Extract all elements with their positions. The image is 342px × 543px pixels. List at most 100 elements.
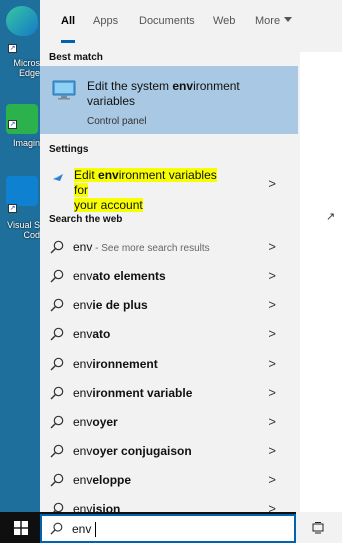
best-match-title: Edit the system environment variables bbox=[87, 79, 287, 109]
search-results-panel: All Apps Documents Web More Best match E… bbox=[40, 0, 300, 512]
section-heading-settings: Settings bbox=[49, 144, 89, 155]
suggestion-query: env bbox=[73, 473, 93, 487]
desktop-icon-label: Visual S bbox=[7, 220, 40, 230]
qq-image-icon bbox=[6, 104, 38, 134]
open-in-new-icon[interactable]: ↗ bbox=[326, 210, 335, 223]
taskbar-search-box[interactable] bbox=[40, 514, 296, 543]
web-suggestion-text: env - See more search results bbox=[73, 240, 210, 254]
web-suggestion-text: envato bbox=[73, 327, 110, 341]
tab-web[interactable]: Web bbox=[213, 15, 235, 27]
chevron-right-icon[interactable]: > bbox=[268, 501, 276, 512]
suggestion-completion: ato elements bbox=[92, 269, 166, 283]
search-icon bbox=[53, 502, 64, 512]
preview-pane bbox=[300, 0, 342, 512]
suggestion-completion: ironnement bbox=[92, 357, 158, 371]
desktop-icon-label: Cod bbox=[23, 230, 40, 240]
chevron-right-icon[interactable]: > bbox=[268, 326, 276, 341]
best-match-subtitle: Control panel bbox=[87, 116, 147, 127]
web-suggestion-text: envie de plus bbox=[73, 298, 148, 312]
vscode-icon bbox=[6, 176, 38, 206]
suggestion-query: env bbox=[73, 298, 93, 312]
web-suggestion-row[interactable]: environment variable > bbox=[40, 379, 298, 407]
web-suggestion-row[interactable]: envoyer > bbox=[40, 408, 298, 436]
web-suggestion-text: environnement bbox=[73, 357, 158, 371]
web-suggestion-row[interactable]: envato > bbox=[40, 320, 298, 348]
suggestion-query: env bbox=[73, 415, 93, 429]
suggestion-query: env bbox=[73, 269, 93, 283]
web-suggestion-row[interactable]: environnement > bbox=[40, 350, 298, 378]
desktop-icon-label: Edge bbox=[18, 68, 40, 78]
desktop-background: ↗ Micros Edge ↗ Imagin ↗ Visual S Cod bbox=[0, 0, 40, 512]
search-icon bbox=[50, 357, 64, 371]
shortcut-arrow-icon: ↗ bbox=[8, 44, 17, 53]
suggestion-query: env bbox=[73, 240, 93, 254]
chevron-right-icon[interactable]: > bbox=[268, 356, 276, 371]
shortcut-arrow-icon: ↗ bbox=[8, 204, 17, 213]
chevron-right-icon[interactable]: > bbox=[268, 176, 276, 191]
tab-all[interactable]: All bbox=[61, 15, 75, 27]
web-suggestion-row[interactable]: envision > bbox=[40, 495, 298, 512]
search-icon bbox=[50, 522, 63, 535]
highlighted-line-2: your account bbox=[74, 198, 143, 212]
desktop-icon-vscode[interactable]: ↗ Visual S Cod bbox=[0, 170, 40, 260]
search-input[interactable] bbox=[72, 521, 272, 537]
preview-pane-header bbox=[300, 0, 342, 52]
web-suggestion-row[interactable]: envato elements > bbox=[40, 262, 298, 290]
chevron-right-icon[interactable]: > bbox=[268, 414, 276, 429]
best-match-title-match: env bbox=[172, 79, 194, 93]
search-icon bbox=[50, 269, 64, 283]
web-suggestion-text: envato elements bbox=[73, 269, 166, 283]
web-suggestion-row[interactable]: envoyer conjugaison > bbox=[40, 437, 298, 465]
web-suggestion-text: enveloppe bbox=[73, 473, 131, 487]
tab-more[interactable]: More bbox=[255, 15, 293, 27]
chevron-right-icon[interactable]: > bbox=[268, 239, 276, 254]
web-suggestion-text: envoyer bbox=[73, 415, 118, 429]
search-icon bbox=[50, 444, 64, 458]
chevron-right-icon[interactable]: > bbox=[268, 443, 276, 458]
suggestion-completion: oyer conjugaison bbox=[92, 444, 192, 458]
suggestion-query: env bbox=[73, 327, 93, 341]
settings-title-text: Edit bbox=[74, 168, 99, 182]
search-icon bbox=[50, 240, 64, 254]
text-caret bbox=[95, 522, 96, 537]
task-view-icon[interactable] bbox=[312, 522, 324, 534]
settings-result[interactable]: Edit environment variables for your acco… bbox=[40, 162, 298, 212]
suggestion-completion: ie de plus bbox=[92, 298, 148, 312]
chevron-right-icon[interactable]: > bbox=[268, 297, 276, 312]
search-icon bbox=[50, 386, 64, 400]
suggestion-completion: ironment variable bbox=[92, 386, 193, 400]
suggestion-completion: ato bbox=[92, 327, 111, 341]
chevron-right-icon[interactable]: > bbox=[268, 385, 276, 400]
control-panel-icon bbox=[52, 80, 76, 100]
best-match-result[interactable]: Edit the system environment variables Co… bbox=[40, 66, 298, 134]
suggestion-completion: ision bbox=[92, 502, 121, 512]
windows-start-icon[interactable] bbox=[14, 521, 28, 535]
web-suggestion-text: envoyer conjugaison bbox=[73, 444, 192, 458]
settings-app-icon bbox=[53, 174, 63, 181]
tab-documents[interactable]: Documents bbox=[139, 15, 195, 27]
web-suggestion-row[interactable]: envie de plus > bbox=[40, 291, 298, 319]
tab-apps[interactable]: Apps bbox=[93, 15, 118, 27]
suggestion-query: env bbox=[73, 444, 93, 458]
settings-result-title: Edit environment variables for your acco… bbox=[74, 168, 232, 213]
desktop-icon-label: Micros bbox=[13, 58, 41, 68]
web-suggestion-row[interactable]: enveloppe > bbox=[40, 466, 298, 494]
section-heading-web: Search the web bbox=[49, 214, 123, 225]
best-match-title-text: Edit the system bbox=[87, 79, 173, 93]
active-tab-indicator bbox=[61, 40, 75, 43]
web-suggestion-row[interactable]: env - See more search results > bbox=[40, 233, 298, 261]
desktop-icon-edge[interactable]: ↗ Micros Edge bbox=[0, 0, 41, 78]
suggestion-query: env bbox=[73, 502, 93, 512]
search-icon bbox=[50, 473, 64, 487]
chevron-right-icon[interactable]: > bbox=[268, 268, 276, 283]
caret-down-icon bbox=[284, 17, 293, 22]
desktop-icon-qq[interactable]: ↗ Imagin bbox=[0, 100, 40, 160]
search-icon bbox=[50, 298, 64, 312]
settings-title-match: env bbox=[98, 168, 119, 182]
chevron-right-icon[interactable]: > bbox=[268, 472, 276, 487]
web-suggestion-text: environment variable bbox=[73, 386, 192, 400]
edge-icon bbox=[6, 6, 38, 36]
desktop-icon-label: Imagin bbox=[12, 138, 40, 148]
search-icon bbox=[50, 415, 64, 429]
tab-more-label: More bbox=[255, 15, 281, 27]
